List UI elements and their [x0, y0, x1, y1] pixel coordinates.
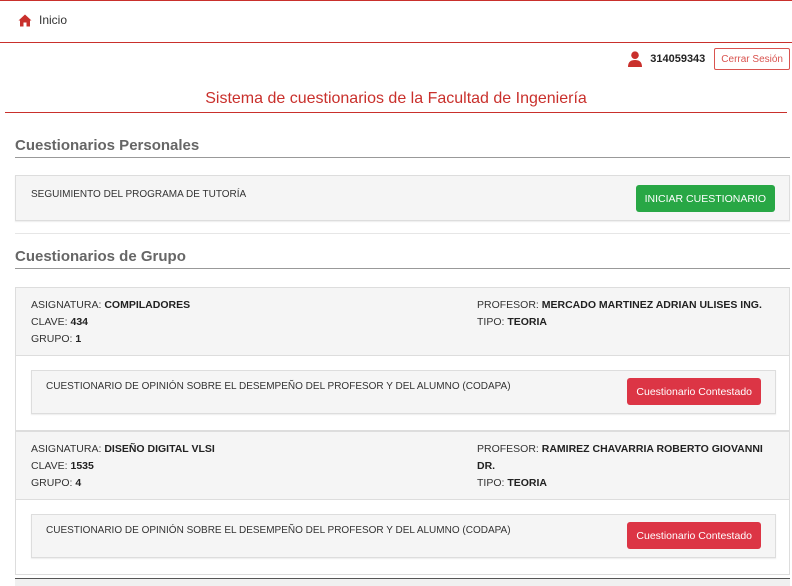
questionnaire-label: CUESTIONARIO DE OPINIÓN SOBRE EL DESEMPE… [46, 525, 511, 536]
home-link[interactable]: Inicio [18, 13, 67, 27]
subject-key: 434 [70, 316, 89, 328]
group-card: ASIGNATURA: DISEÑO DIGITAL VLSI CLAVE: 1… [15, 431, 790, 575]
group-header: ASIGNATURA: COMPILADORES CLAVE: 434 GRUP… [16, 288, 789, 356]
subject-key: 1535 [70, 460, 94, 472]
questionnaire-label: CUESTIONARIO DE OPINIÓN SOBRE EL DESEMPE… [46, 381, 511, 392]
group-info-right: PROFESOR: RAMIREZ CHAVARRIA ROBERTO GIOV… [477, 443, 763, 489]
group-header: ASIGNATURA: DISEÑO DIGITAL VLSI CLAVE: 1… [16, 432, 789, 500]
logout-button[interactable]: Cerrar Sesión [714, 48, 790, 70]
user-icon [628, 51, 643, 67]
group-questionnaire-card: CUESTIONARIO DE OPINIÓN SOBRE EL DESEMPE… [31, 370, 776, 414]
group-info-right: PROFESOR: MERCADO MARTINEZ ADRIAN ULISES… [477, 299, 762, 328]
group-number: 1 [75, 333, 82, 345]
subject-name: COMPILADORES [104, 299, 191, 311]
group-number: 4 [75, 477, 82, 489]
start-questionnaire-button[interactable]: INICIAR CUESTIONARIO [635, 185, 775, 212]
group-card: ASIGNATURA: COMPILADORES CLAVE: 434 GRUP… [15, 287, 790, 431]
group-section-heading: Cuestionarios de Grupo [15, 248, 790, 269]
top-navbar: Inicio [0, 0, 792, 43]
home-icon [18, 14, 32, 26]
subject-name: DISEÑO DIGITAL VLSI [104, 443, 215, 455]
group-info-left: ASIGNATURA: DISEÑO DIGITAL VLSI CLAVE: 1… [31, 443, 215, 489]
answered-questionnaire-button[interactable]: Cuestionario Contestado [627, 378, 761, 405]
personal-questionnaire-card: SEGUIMIENTO DEL PROGRAMA DE TUTORÍA INIC… [15, 175, 790, 221]
professor-name: MERCADO MARTINEZ ADRIAN ULISES ING. [541, 299, 762, 311]
class-type: TEORIA [507, 477, 548, 489]
user-id: 314059343 [650, 53, 706, 65]
divider [15, 233, 790, 234]
user-bar: 314059343 Cerrar Sesión [628, 48, 790, 70]
next-group-card-edge [15, 578, 790, 586]
group-info-left: ASIGNATURA: COMPILADORES CLAVE: 434 GRUP… [31, 299, 191, 345]
page-title: Sistema de cuestionarios de la Facultad … [5, 81, 787, 113]
class-type: TEORIA [507, 316, 548, 328]
answered-questionnaire-button[interactable]: Cuestionario Contestado [627, 522, 761, 549]
questionnaire-label: SEGUIMIENTO DEL PROGRAMA DE TUTORÍA [31, 189, 247, 200]
home-label: Inicio [39, 13, 68, 27]
group-questionnaire-card: CUESTIONARIO DE OPINIÓN SOBRE EL DESEMPE… [31, 514, 776, 558]
personal-section-heading: Cuestionarios Personales [15, 137, 790, 158]
